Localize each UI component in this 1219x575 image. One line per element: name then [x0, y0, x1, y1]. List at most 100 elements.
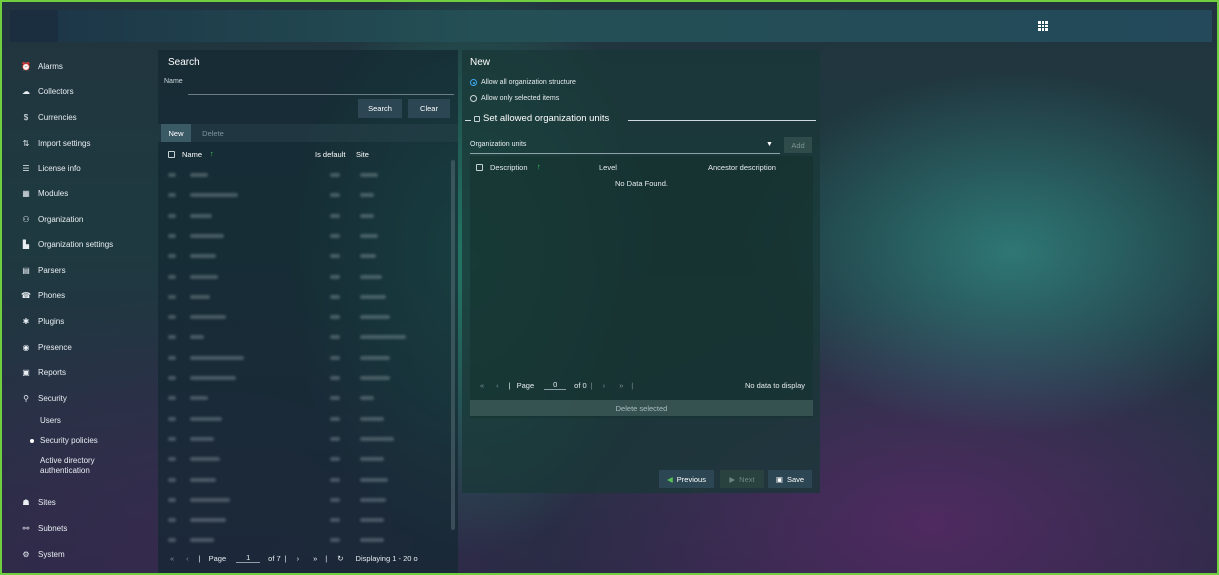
refresh-icon[interactable]: ↻ [337, 554, 343, 563]
table-row[interactable] [164, 412, 450, 426]
allow-all-radio[interactable] [470, 79, 477, 86]
table-row[interactable] [164, 473, 450, 487]
sidebar-item-subnets[interactable]: ⚯ Subnets [20, 520, 68, 536]
pager-status: No data to display [744, 381, 805, 390]
chevron-down-icon[interactable]: ▼ [766, 141, 773, 148]
blurred-cell [168, 538, 176, 543]
set-allowed-toggle[interactable] [474, 116, 480, 122]
sidebar-item-phones[interactable]: ☎ Phones [20, 287, 65, 303]
blurred-cell [330, 233, 340, 238]
sidebar-item-organization[interactable]: ⚇ Organization [20, 211, 83, 227]
delete-selected-button[interactable]: Delete selected [470, 400, 813, 416]
search-button[interactable]: Search [358, 99, 402, 118]
sidebar-item-import-settings[interactable]: ⇅ Import settings [20, 135, 91, 151]
save-icon: ▣ [775, 474, 783, 484]
sidebar-item-system[interactable]: ⚙ System [20, 546, 64, 562]
table-row[interactable] [164, 351, 450, 365]
table-row[interactable] [164, 513, 450, 527]
last-page-icon[interactable]: » [619, 381, 623, 390]
first-page-icon[interactable]: « [480, 381, 484, 390]
sidebar-item-reports[interactable]: ▣ Reports [20, 364, 66, 380]
blurred-cell [360, 477, 388, 482]
next-label: Next [739, 474, 755, 484]
sidebar-item-collectors[interactable]: ☁ Collectors [20, 83, 74, 99]
delete-button[interactable]: Delete [195, 124, 231, 142]
prev-page-icon[interactable]: ‹ [496, 381, 499, 390]
org-units-grid: Description ↑ Level Ancestor description… [470, 156, 813, 418]
table-row[interactable] [164, 270, 450, 284]
table-row[interactable] [164, 330, 450, 344]
pager-separator: | [198, 553, 201, 563]
table-row[interactable] [164, 249, 450, 263]
blurred-cell [330, 193, 340, 198]
sidebar-item-plugins[interactable]: ✱ Plugins [20, 313, 65, 329]
sidebar-item-parsers[interactable]: ▤ Parsers [20, 262, 65, 278]
allow-selected-radio[interactable] [470, 95, 477, 102]
add-button[interactable]: Add [784, 137, 812, 153]
sort-up-icon: ↑ [210, 149, 214, 158]
org-settings-icon: ▙ [22, 239, 30, 249]
blurred-cell [190, 416, 222, 421]
blurred-cell [360, 355, 390, 360]
allow-all-label: Allow all organization structure [481, 79, 576, 86]
column-description[interactable]: Description [490, 163, 528, 172]
table-row[interactable] [164, 209, 450, 223]
page-input[interactable]: 0 [544, 380, 567, 390]
next-page-icon[interactable]: › [603, 381, 606, 390]
table-row[interactable] [164, 168, 450, 182]
sidebar-item-currencies[interactable]: $ Currencies [20, 109, 77, 125]
sidebar-item-label: Security [38, 393, 67, 403]
org-units-combo[interactable] [470, 153, 780, 154]
sidebar-item-license-info[interactable]: ☰ License info [20, 160, 80, 176]
previous-button[interactable]: ◀ Previous [659, 470, 714, 488]
page-input[interactable]: 1 [236, 553, 261, 563]
blurred-cell [168, 457, 176, 462]
first-page-icon[interactable]: « [170, 554, 174, 563]
table-row[interactable] [164, 310, 450, 324]
blurred-cell [360, 396, 374, 401]
blurred-cell [360, 518, 384, 523]
apps-grid-icon[interactable] [1038, 21, 1048, 31]
sidebar-item-organization-settings[interactable]: ▙ Organization settings [20, 236, 113, 252]
next-button[interactable]: ▶ Next [720, 470, 764, 488]
select-all-checkbox[interactable] [168, 151, 175, 158]
table-row[interactable] [164, 452, 450, 466]
name-label: Name [164, 78, 183, 85]
column-is-default[interactable]: Is default [315, 150, 345, 159]
clear-button[interactable]: Clear [408, 99, 450, 118]
save-button[interactable]: ▣ Save [768, 470, 812, 488]
next-page-icon[interactable]: › [297, 554, 300, 563]
last-page-icon[interactable]: » [313, 554, 317, 563]
select-all-checkbox[interactable] [476, 164, 483, 171]
sidebar-item-label: Currencies [38, 112, 77, 122]
displaying-status: Displaying 1 - 20 o [355, 553, 418, 563]
sidebar-subitem-users[interactable]: Users [40, 416, 61, 426]
column-ancestor-description[interactable]: Ancestor description [708, 163, 776, 172]
table-row[interactable] [164, 432, 450, 446]
table-row[interactable] [164, 493, 450, 507]
name-search-input[interactable] [188, 82, 454, 95]
table-row[interactable] [164, 391, 450, 405]
prev-page-icon[interactable]: ‹ [186, 554, 189, 563]
sidebar-item-modules[interactable]: ▦ Modules [20, 185, 68, 201]
sidebar-subitem-security-policies[interactable]: Security policies [30, 436, 98, 446]
sidebar-subitem-active-directory[interactable]: Active directory authentication [40, 456, 120, 476]
column-site[interactable]: Site [356, 150, 369, 159]
column-level[interactable]: Level [599, 163, 617, 172]
grid-scrollbar[interactable] [451, 160, 455, 530]
column-name[interactable]: Name [182, 150, 202, 159]
table-row[interactable] [164, 188, 450, 202]
new-button[interactable]: New [161, 124, 191, 142]
table-row[interactable] [164, 533, 450, 547]
table-row[interactable] [164, 229, 450, 243]
blurred-cell [190, 254, 216, 259]
sidebar-item-sites[interactable]: ☗ Sites [20, 494, 55, 510]
set-allowed-title: Set allowed organization units [483, 113, 610, 124]
table-row[interactable] [164, 290, 450, 304]
sidebar-item-alarms[interactable]: ⏰ Alarms [20, 58, 63, 74]
blurred-cell [330, 274, 340, 279]
sidebar-item-security[interactable]: ⚲ Security [20, 390, 67, 406]
table-row[interactable] [164, 371, 450, 385]
sidebar-item-presence[interactable]: ◉ Presence [20, 339, 72, 355]
page-label: Page [208, 553, 227, 563]
